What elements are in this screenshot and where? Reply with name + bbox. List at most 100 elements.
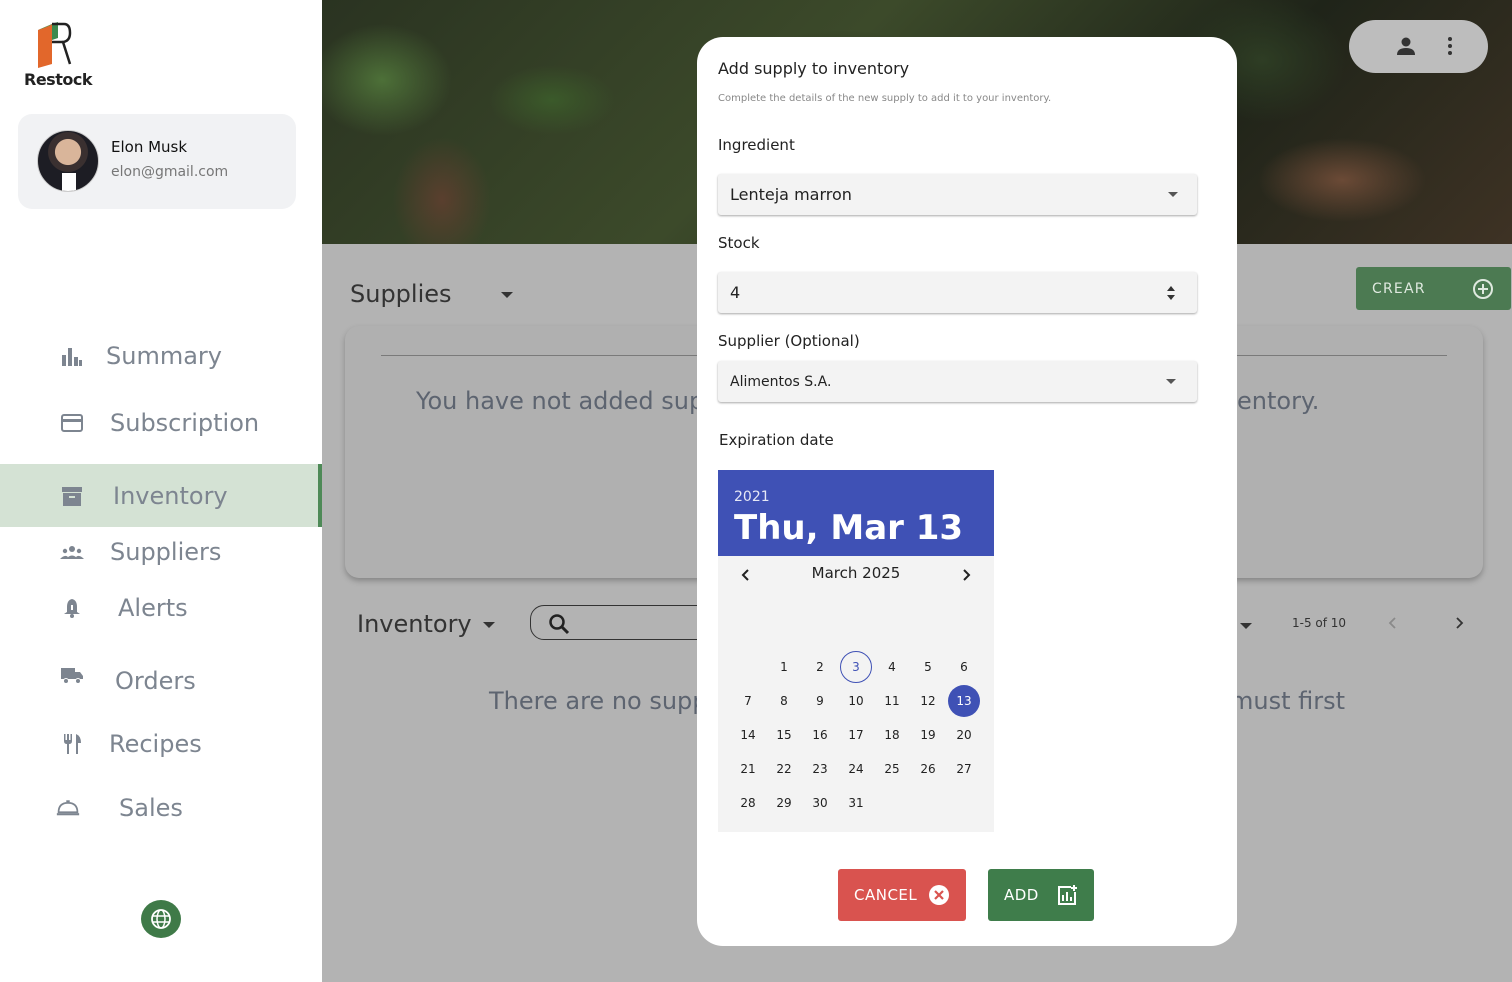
- more-vert-icon[interactable]: [1438, 34, 1462, 58]
- restock-logo-icon: [38, 22, 72, 68]
- ingredient-label: Ingredient: [718, 136, 795, 154]
- add-supply-dialog: Add supply to inventory Complete the det…: [697, 37, 1237, 946]
- inventory-empty-text-end: must first: [1230, 687, 1346, 715]
- calendar-day[interactable]: 19: [912, 719, 944, 751]
- calendar-day[interactable]: 8: [768, 685, 800, 717]
- calendar-day[interactable]: 7: [732, 685, 764, 717]
- ingredient-select[interactable]: Lenteja marron: [718, 174, 1197, 215]
- inventory-dropdown-caret-icon[interactable]: [483, 622, 495, 628]
- dialog-subtitle: Complete the details of the new supply t…: [718, 93, 1052, 104]
- calendar-day[interactable]: 9: [804, 685, 836, 717]
- globe-icon: [151, 909, 171, 929]
- date-picker-selected-date: Thu, Mar 13: [734, 508, 964, 548]
- calendar-day[interactable]: 13: [948, 685, 980, 717]
- calendar-day[interactable]: 2: [804, 651, 836, 683]
- date-picker-header: 2021 Thu, Mar 13: [718, 470, 994, 556]
- calendar-day[interactable]: 30: [804, 787, 836, 819]
- account-icon[interactable]: [1394, 34, 1418, 58]
- sidebar-item-inventory[interactable]: Inventory: [0, 464, 322, 527]
- calendar-day[interactable]: 17: [840, 719, 872, 751]
- calendar-day[interactable]: 16: [804, 719, 836, 751]
- next-month-icon[interactable]: [957, 566, 975, 584]
- topbar-actions: [1349, 20, 1488, 73]
- user-profile-card[interactable]: Elon Musk elon@gmail.com: [18, 114, 296, 209]
- inventory-empty-text: There are no supp: [489, 687, 708, 715]
- sidebar-item-alerts[interactable]: Alerts: [0, 578, 322, 638]
- stock-label: Stock: [718, 234, 760, 252]
- sidebar-item-label: Subscription: [110, 409, 260, 437]
- cancel-button-label: CANCEL: [854, 886, 918, 904]
- room-service-icon: [56, 796, 80, 820]
- sidebar-item-orders[interactable]: Orders: [0, 651, 322, 711]
- calendar-day[interactable]: 22: [768, 753, 800, 785]
- expiration-date-label: Expiration date: [719, 431, 834, 449]
- crear-button[interactable]: CREAR: [1356, 267, 1511, 310]
- date-picker: 2021 Thu, Mar 13 March 2025 1 2 3 4 5 6 7 8 9 10 1…: [718, 470, 994, 832]
- sidebar-item-label: Sales: [119, 794, 183, 822]
- dropdown-caret-icon: [1166, 379, 1176, 384]
- sidebar-item-label: Suppliers: [110, 538, 222, 566]
- calendar-day[interactable]: 28: [732, 787, 764, 819]
- supplies-dropdown-caret-icon[interactable]: [501, 292, 513, 298]
- sidebar-item-label: Orders: [115, 667, 196, 695]
- sidebar-item-summary[interactable]: Summary: [0, 326, 322, 386]
- user-email: elon@gmail.com: [111, 164, 229, 180]
- calendar-day[interactable]: 11: [876, 685, 908, 717]
- calendar-day[interactable]: 3: [840, 651, 872, 683]
- calendar-day[interactable]: 14: [732, 719, 764, 751]
- calendar-day[interactable]: 24: [840, 753, 872, 785]
- truck-icon: [60, 663, 84, 687]
- calendar-day[interactable]: 20: [948, 719, 980, 751]
- sidebar-item-recipes[interactable]: Recipes: [0, 714, 322, 774]
- sidebar-item-label: Recipes: [109, 730, 202, 758]
- supplies-title[interactable]: Supplies: [350, 280, 452, 308]
- calendar-day[interactable]: 15: [768, 719, 800, 751]
- bell-icon: [60, 596, 84, 620]
- spinner-arrows-icon[interactable]: [1166, 285, 1176, 301]
- calendar-day[interactable]: 5: [912, 651, 944, 683]
- add-button[interactable]: ADD: [988, 869, 1094, 921]
- cancel-button[interactable]: CANCEL: [838, 869, 966, 921]
- rows-per-page-caret-icon[interactable]: [1240, 623, 1252, 629]
- sidebar-item-label: Summary: [106, 342, 222, 370]
- avatar: [37, 130, 99, 192]
- credit-card-icon: [60, 411, 84, 435]
- calendar-day[interactable]: 10: [840, 685, 872, 717]
- supplier-label: Supplier (Optional): [718, 332, 860, 350]
- supplier-select[interactable]: Alimentos S.A.: [718, 361, 1197, 402]
- calendar-day[interactable]: 21: [732, 753, 764, 785]
- date-picker-year[interactable]: 2021: [734, 489, 770, 505]
- sidebar-item-subscription[interactable]: Subscription: [0, 393, 322, 453]
- calendar-day[interactable]: 29: [768, 787, 800, 819]
- calendar-day[interactable]: 31: [840, 787, 872, 819]
- chevron-right-icon[interactable]: [1450, 614, 1468, 632]
- crear-button-label: CREAR: [1372, 280, 1426, 297]
- sidebar-item-suppliers[interactable]: Suppliers: [0, 522, 322, 582]
- sidebar-item-sales[interactable]: Sales: [0, 778, 322, 838]
- date-picker-month: March 2025: [811, 564, 901, 582]
- calendar-day[interactable]: 4: [876, 651, 908, 683]
- calendar-day[interactable]: 18: [876, 719, 908, 751]
- cancel-circle-icon: [929, 885, 949, 905]
- app-name: Restock: [24, 70, 92, 89]
- stock-value: 4: [730, 283, 741, 302]
- inventory-title[interactable]: Inventory: [357, 610, 472, 638]
- calendar-day[interactable]: 26: [912, 753, 944, 785]
- chevron-left-icon[interactable]: [1384, 614, 1402, 632]
- sidebar-item-label: Inventory: [113, 481, 228, 510]
- calendar-day[interactable]: 23: [804, 753, 836, 785]
- calendar-day[interactable]: 6: [948, 651, 980, 683]
- search-icon: [549, 614, 570, 635]
- supplies-empty-text-end: entory.: [1237, 387, 1320, 415]
- supplier-value: Alimentos S.A.: [730, 373, 832, 390]
- language-button[interactable]: [141, 900, 181, 938]
- calendar-day[interactable]: 27: [948, 753, 980, 785]
- add-button-label: ADD: [1004, 886, 1039, 904]
- calendar-day[interactable]: 12: [912, 685, 944, 717]
- calendar-day[interactable]: 1: [768, 651, 800, 683]
- calendar-day[interactable]: 25: [876, 753, 908, 785]
- bar-chart-icon: [60, 344, 84, 368]
- dropdown-caret-icon: [1168, 192, 1178, 197]
- groups-icon: [60, 540, 84, 564]
- stock-stepper[interactable]: 4: [718, 272, 1197, 313]
